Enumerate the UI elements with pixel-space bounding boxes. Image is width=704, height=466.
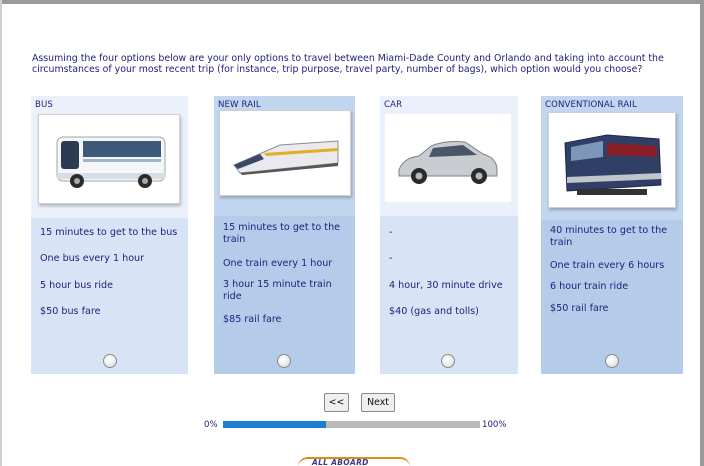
back-button[interactable]: << [324, 393, 349, 412]
option-title: NEW RAIL [218, 100, 261, 110]
attr-travel-time: 4 hour, 30 minute drive [389, 280, 503, 291]
progress-end-label: 100% [482, 420, 507, 430]
option-title: BUS [35, 100, 53, 110]
option-title: CAR [384, 100, 403, 110]
option-title: CONVENTIONAL RAIL [545, 100, 637, 110]
progress-bar [223, 421, 480, 428]
progress-start-label: 0% [204, 420, 218, 430]
attr-travel-time: 3 hour 15 minute train ride [223, 279, 332, 302]
attr-access-time: 40 minutes to get to the train [550, 225, 668, 248]
option-new-rail: NEW RAIL 15 minutes to get to the train … [214, 96, 355, 374]
attr-frequency: One train every 6 hours [550, 260, 665, 271]
question-text: Assuming the four options below are your… [32, 53, 664, 75]
attr-access-time: 15 minutes to get to the bus [40, 227, 178, 238]
option-radio-conventional-rail[interactable] [605, 354, 619, 368]
option-radio-new-rail[interactable] [277, 354, 291, 368]
logo-text: ALL ABOARD FLORIDA [312, 458, 369, 466]
attr-frequency: - [389, 253, 393, 264]
attr-frequency: One bus every 1 hour [40, 253, 145, 264]
attr-access-time: - [389, 227, 393, 238]
option-radio-bus[interactable] [103, 354, 117, 368]
left-border [0, 0, 2, 466]
next-button[interactable]: Next [361, 393, 395, 412]
right-scroll-edge [700, 0, 704, 466]
high-speed-train-image [219, 110, 351, 196]
option-car: CAR - - 4 hour, 30 minute drive $40 (gas… [380, 96, 518, 374]
option-conventional-rail: CONVENTIONAL RAIL 40 minutes to get to t… [541, 96, 683, 374]
option-radio-car[interactable] [441, 354, 455, 368]
attr-travel-time: 6 hour train ride [550, 281, 629, 292]
option-bus: BUS 15 minutes to get to the bus One bus… [31, 96, 188, 374]
attr-cost: $50 rail fare [550, 303, 609, 314]
car-image [385, 114, 511, 202]
attr-cost: $85 rail fare [223, 314, 282, 325]
attr-cost: $40 (gas and tolls) [389, 306, 479, 317]
top-border [0, 0, 704, 4]
locomotive-image [548, 112, 676, 208]
attr-frequency: One train every 1 hour [223, 258, 333, 269]
all-aboard-florida-logo: ALL ABOARD FLORIDA [298, 449, 410, 466]
attr-access-time: 15 minutes to get to the train [223, 222, 341, 245]
attr-cost: $50 bus fare [40, 306, 101, 317]
progress-fill [223, 421, 326, 428]
bus-image [38, 114, 180, 204]
attr-travel-time: 5 hour bus ride [40, 280, 113, 291]
